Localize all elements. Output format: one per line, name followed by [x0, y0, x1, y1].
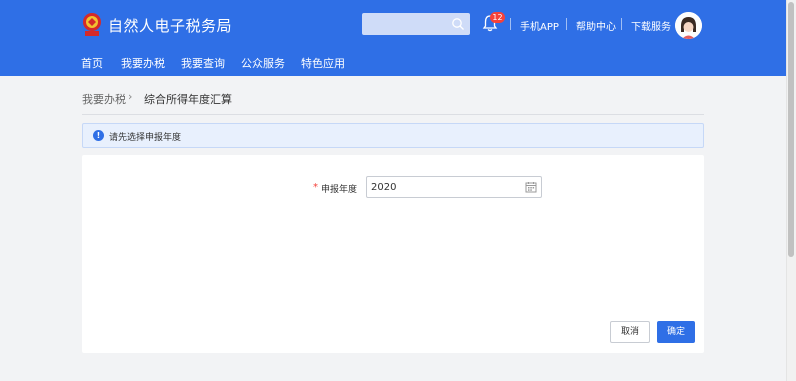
- alert-message: 请先选择申报年度: [109, 133, 182, 143]
- divider: [566, 18, 567, 30]
- year-value: 2020: [371, 182, 397, 193]
- notification-badge: 12: [490, 12, 505, 23]
- divider: [510, 18, 511, 30]
- nav-home[interactable]: 首页: [81, 55, 103, 71]
- search-input[interactable]: [362, 13, 470, 35]
- breadcrumb-current: 综合所得年度汇算: [144, 93, 232, 106]
- info-icon: !: [93, 130, 104, 141]
- chevron-right-icon: ›: [128, 90, 133, 103]
- mobile-app-link[interactable]: 手机APP: [520, 18, 559, 33]
- nav-tax-handling[interactable]: 我要办税: [121, 55, 165, 71]
- divider: [621, 18, 622, 30]
- site-title[interactable]: 自然人电子税务局: [108, 15, 232, 36]
- cancel-button[interactable]: 取消: [610, 321, 650, 343]
- confirm-button[interactable]: 确定: [657, 321, 695, 343]
- info-alert: ! 请先选择申报年度: [82, 123, 704, 148]
- search-icon[interactable]: [451, 17, 465, 31]
- user-avatar[interactable]: [675, 12, 702, 39]
- nav-featured-apps[interactable]: 特色应用: [301, 55, 345, 71]
- tax-emblem-logo[interactable]: [81, 12, 103, 38]
- required-mark: *: [313, 182, 318, 193]
- divider: [82, 114, 704, 115]
- top-header: 自然人电子税务局 12 手机APP 帮助中心 下载服务 首页 我要办税 我要查询…: [0, 0, 786, 76]
- nav-query[interactable]: 我要查询: [181, 55, 225, 71]
- year-picker-input[interactable]: 2020: [366, 176, 542, 198]
- help-center-link[interactable]: 帮助中心: [576, 18, 616, 33]
- year-label: 申报年度: [321, 185, 358, 195]
- nav-public-service[interactable]: 公众服务: [241, 55, 285, 71]
- download-service-link[interactable]: 下载服务: [631, 18, 671, 33]
- scrollbar-thumb[interactable]: [788, 2, 794, 257]
- avatar-image: [675, 12, 702, 39]
- breadcrumb-root[interactable]: 我要办税: [82, 91, 126, 107]
- calendar-icon[interactable]: [525, 181, 537, 193]
